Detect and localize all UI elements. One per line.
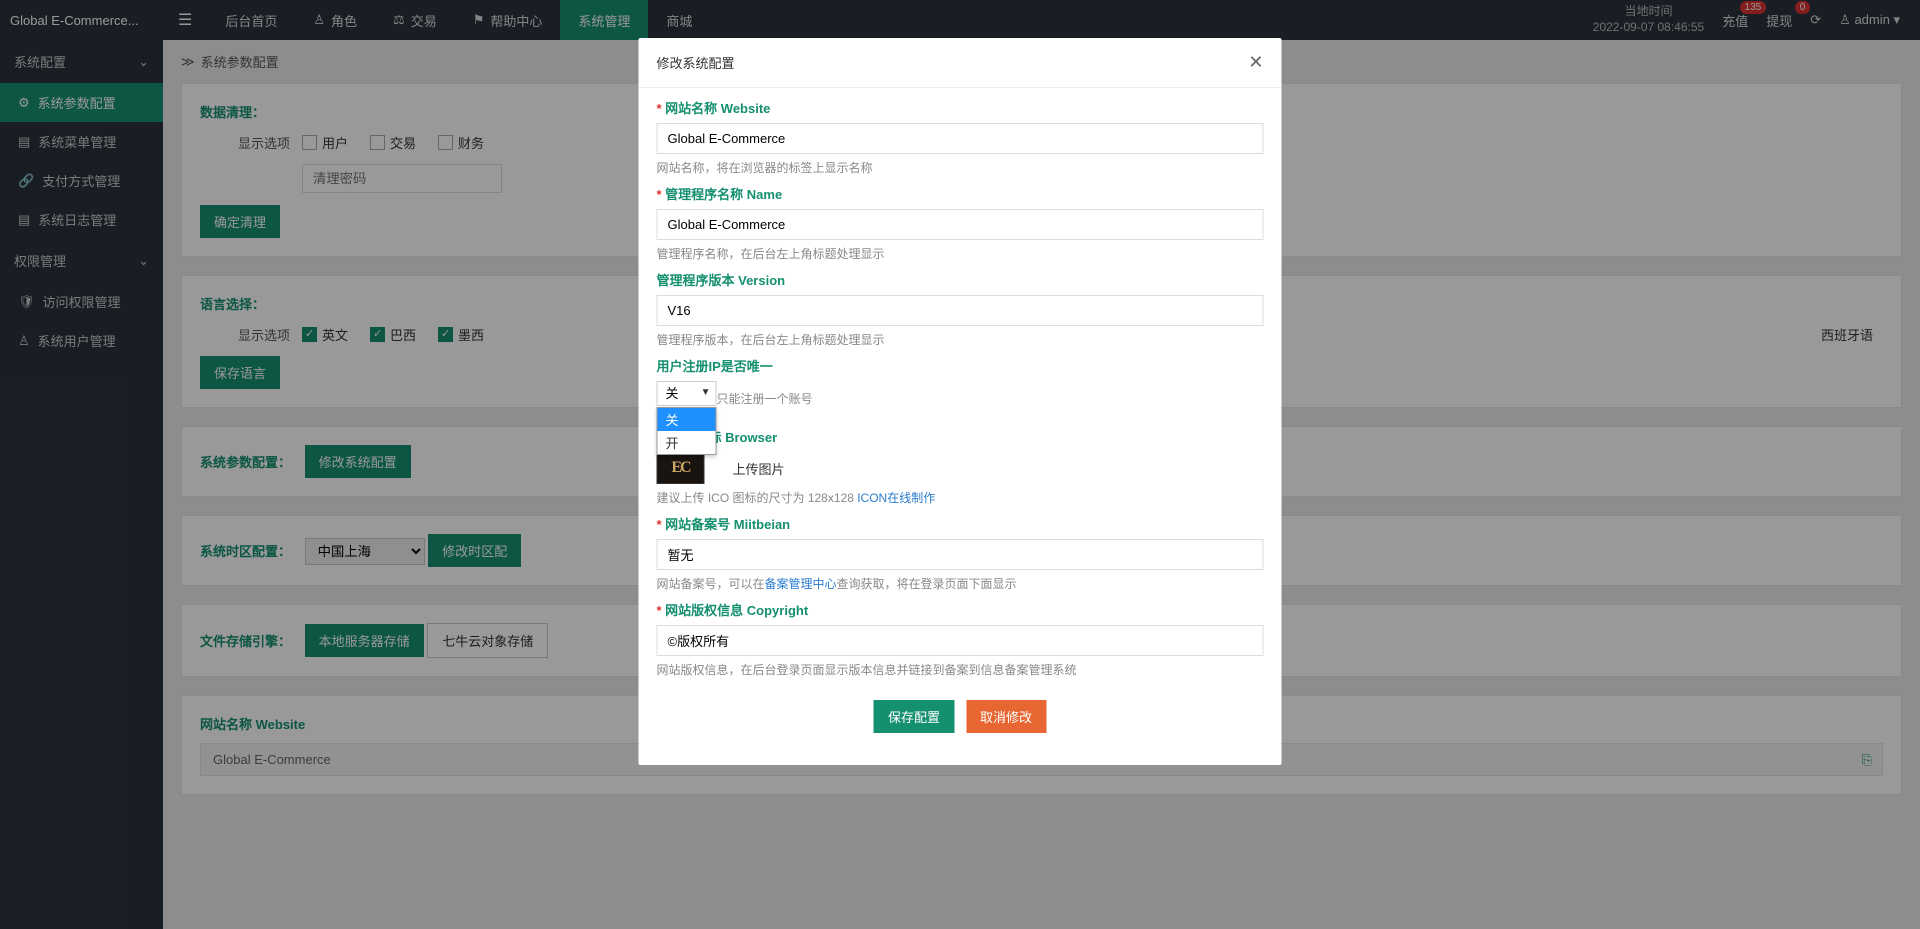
field-label-ip-unique: 用户注册IP是否唯一	[657, 356, 1264, 375]
field-label-appname: 管理程序名称 Name	[657, 184, 1264, 203]
website-name-input[interactable]	[657, 123, 1264, 154]
field-label-version: 管理程序版本 Version	[657, 270, 1264, 289]
save-config-button[interactable]: 保存配置	[874, 700, 954, 733]
modal-header: 修改系统配置 ✕	[639, 38, 1282, 88]
modal-footer: 保存配置 取消修改	[657, 686, 1264, 747]
dropdown-option-off[interactable]: 关	[658, 408, 716, 431]
dropdown-option-on[interactable]: 开	[658, 431, 716, 454]
copyright-input[interactable]	[657, 625, 1264, 656]
favicon-preview: EC	[657, 452, 705, 484]
field-hint: 只能注册一个账号	[717, 390, 1264, 407]
field-hint: 网站名称，将在浏览器的标签上显示名称	[657, 159, 1264, 176]
app-name-input[interactable]	[657, 209, 1264, 240]
beian-input[interactable]	[657, 539, 1264, 570]
modal-body: 网站名称 Website 网站名称，将在浏览器的标签上显示名称 管理程序名称 N…	[639, 88, 1282, 765]
field-hint: 管理程序版本，在后台左上角标题处理显示	[657, 331, 1264, 348]
icon-maker-link[interactable]: ICON在线制作	[857, 491, 935, 505]
modal-close-icon[interactable]: ✕	[1248, 52, 1263, 73]
field-hint: 网站版权信息，在后台登录页面显示版本信息并链接到备案到信息备案管理系统	[657, 661, 1264, 678]
beian-center-link[interactable]: 备案管理中心	[765, 577, 837, 591]
field-label-copyright: 网站版权信息 Copyright	[657, 600, 1264, 619]
ip-unique-dropdown: 关 开	[657, 407, 717, 455]
field-label-beian: 网站备案号 Miitbeian	[657, 514, 1264, 533]
field-hint: 管理程序名称，在后台左上角标题处理显示	[657, 245, 1264, 262]
field-hint: 建议上传 ICO 图标的尺寸为 128x128 ICON在线制作	[657, 489, 1264, 506]
ip-unique-select[interactable]: 关	[657, 381, 717, 406]
ip-unique-select-wrap: 关 ▼ 关 开	[657, 381, 717, 406]
version-input[interactable]	[657, 295, 1264, 326]
field-label-browser-icon: 浏览器图标 Browser	[657, 427, 1264, 446]
field-label-website: 网站名称 Website	[657, 98, 1264, 117]
cancel-button[interactable]: 取消修改	[966, 700, 1046, 733]
modal-title: 修改系统配置	[657, 53, 735, 72]
field-hint: 网站备案号，可以在备案管理中心查询获取，将在登录页面下面显示	[657, 575, 1264, 592]
modal-edit-config: 修改系统配置 ✕ 网站名称 Website 网站名称，将在浏览器的标签上显示名称…	[639, 38, 1282, 765]
